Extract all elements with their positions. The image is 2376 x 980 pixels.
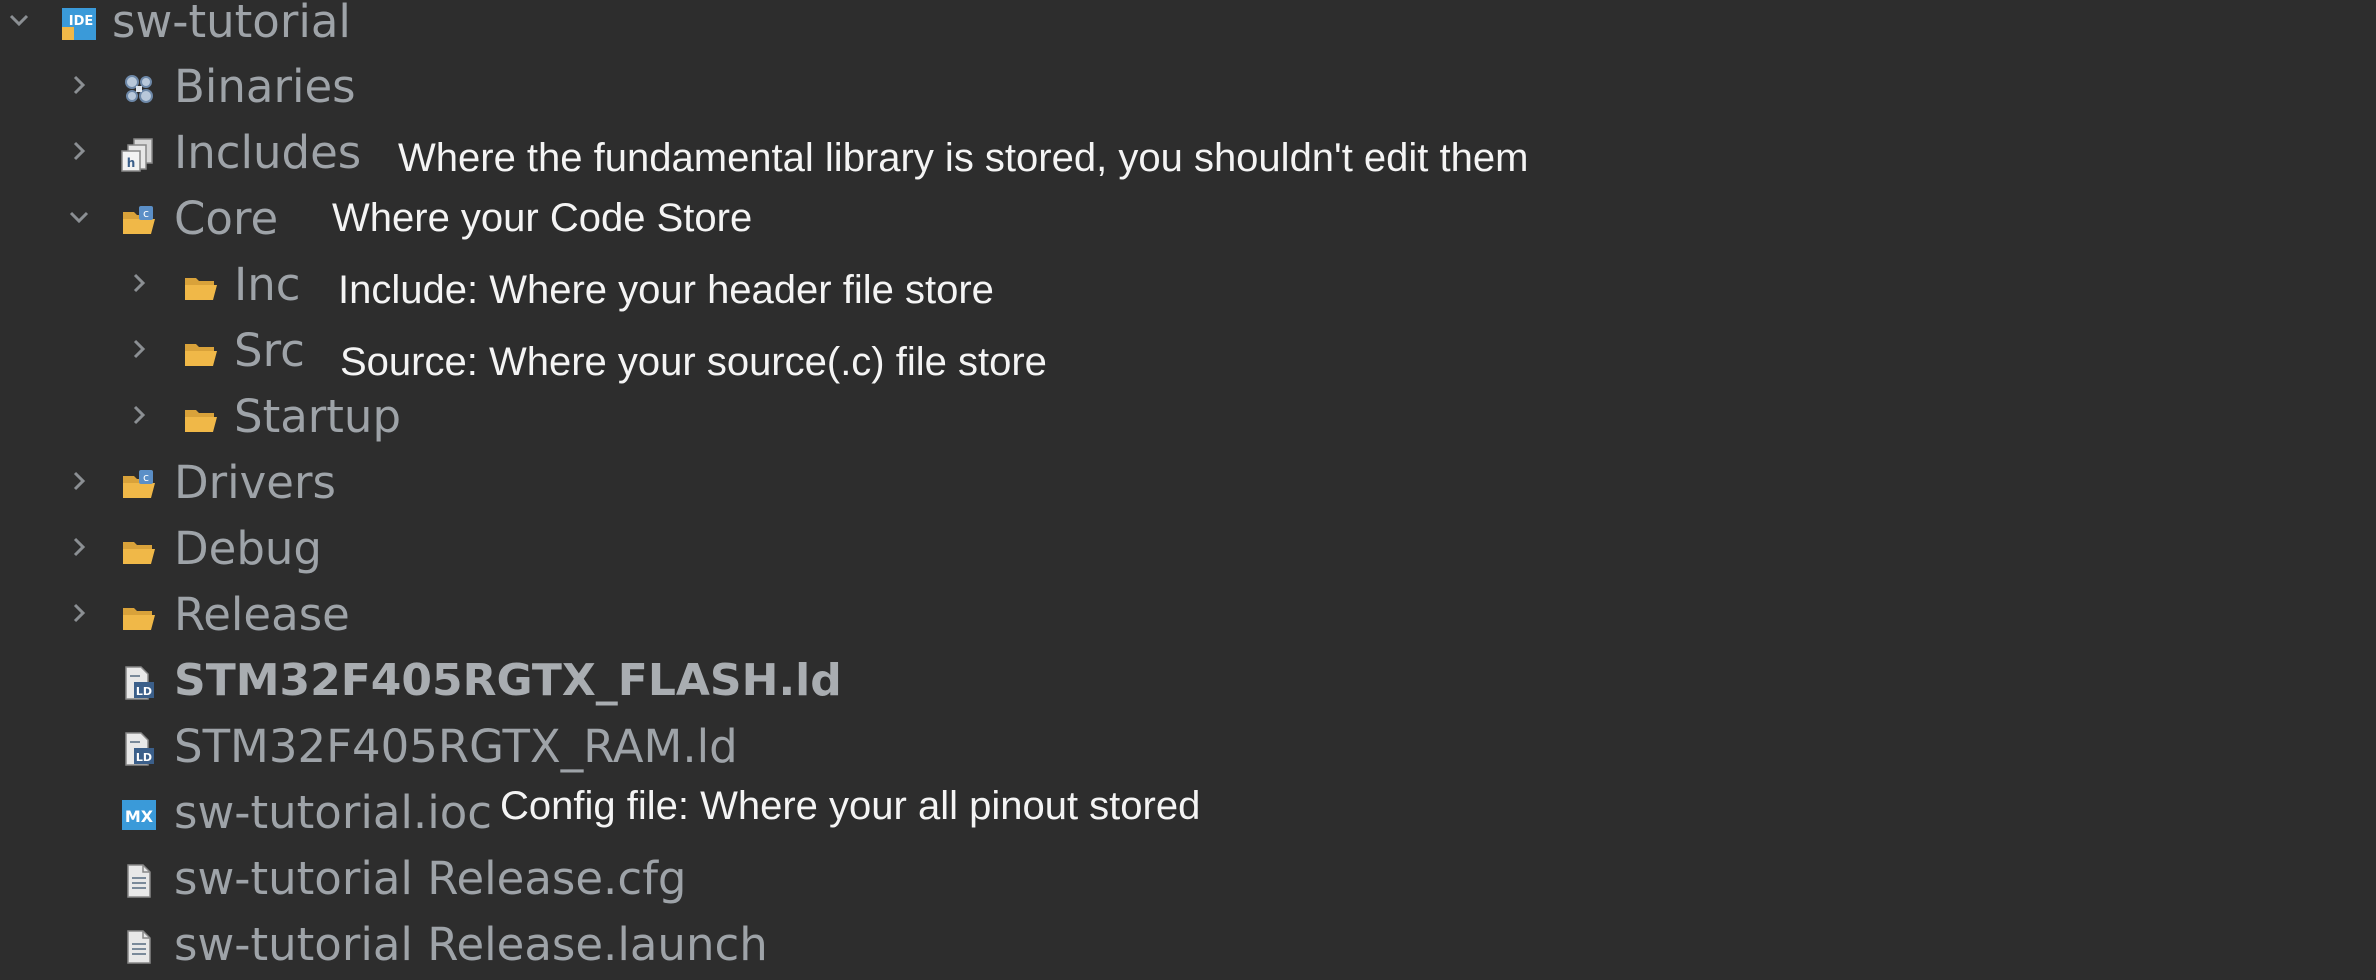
chevron-right-icon[interactable] [64,466,94,496]
annotation-includes: Where the fundamental library is stored,… [398,136,1529,180]
tree-item-release-launch[interactable]: sw-tutorial Release.launch [0,920,2376,980]
tree-item-label: Src [234,324,305,377]
tree-item-release-cfg[interactable]: sw-tutorial Release.cfg [0,854,2376,914]
annotation-inc: Include: Where your header file store [338,268,994,312]
tree-item-flash-ld[interactable]: STM32F405RGTX_FLASH.ld [0,656,2376,716]
chevron-right-icon[interactable] [124,334,154,364]
chevron-right-icon[interactable] [64,532,94,562]
annotation-core: Where your Code Store [332,196,753,240]
folder-icon [120,598,158,636]
chevron-right-icon[interactable] [124,268,154,298]
tree-item-label: sw-tutorial [112,0,351,48]
chevron-right-icon[interactable] [64,136,94,166]
chevron-right-icon[interactable] [64,70,94,100]
tree-item-label: sw-tutorial Release.cfg [174,852,687,905]
folder-icon [182,334,220,372]
tree-item-label: sw-tutorial.ioc [174,786,492,839]
source-folder-icon [120,466,158,504]
tree-item-ram-ld[interactable]: STM32F405RGTX_RAM.ld [0,722,2376,782]
folder-icon [182,268,220,306]
includes-icon [120,136,158,174]
source-folder-icon [120,202,158,240]
tree-item-label: Drivers [174,456,336,509]
tree-item-label: Debug [174,522,322,575]
ide-project-icon [60,5,98,43]
binaries-icon [120,70,158,108]
tree-item-binaries[interactable]: Binaries [0,62,2376,122]
tree-item-sw-tutorial[interactable]: sw-tutorial [0,0,2376,57]
tree-item-label: STM32F405RGTX_RAM.ld [174,720,738,773]
chevron-down-icon[interactable] [4,5,34,35]
file-icon [120,928,158,966]
tree-item-drivers[interactable]: Drivers [0,458,2376,518]
chevron-right-icon[interactable] [124,400,154,430]
chevron-right-icon[interactable] [64,598,94,628]
tree-item-label: Binaries [174,60,356,113]
tree-item-label: Startup [234,390,402,443]
tree-item-label: STM32F405RGTX_FLASH.ld [174,655,842,706]
mx-icon [120,796,158,834]
folder-icon [120,532,158,570]
tree-item-label: sw-tutorial Release.launch [174,918,768,971]
tree-item-label: Includes [174,126,362,179]
tree-item-label: Release [174,588,350,641]
tree-item-debug[interactable]: Debug [0,524,2376,584]
tree-item-label: Core [174,192,279,245]
tree-item-release[interactable]: Release [0,590,2376,650]
linker-file-icon [120,730,158,768]
tree-item-startup[interactable]: Startup [0,392,2376,452]
linker-file-icon [120,664,158,702]
annotation-ioc: Config file: Where your all pinout store… [500,784,1201,828]
file-icon [120,862,158,900]
chevron-down-icon[interactable] [64,202,94,232]
folder-icon [182,400,220,438]
tree-item-label: Inc [234,258,301,311]
annotation-src: Source: Where your source(.c) file store [340,340,1047,384]
